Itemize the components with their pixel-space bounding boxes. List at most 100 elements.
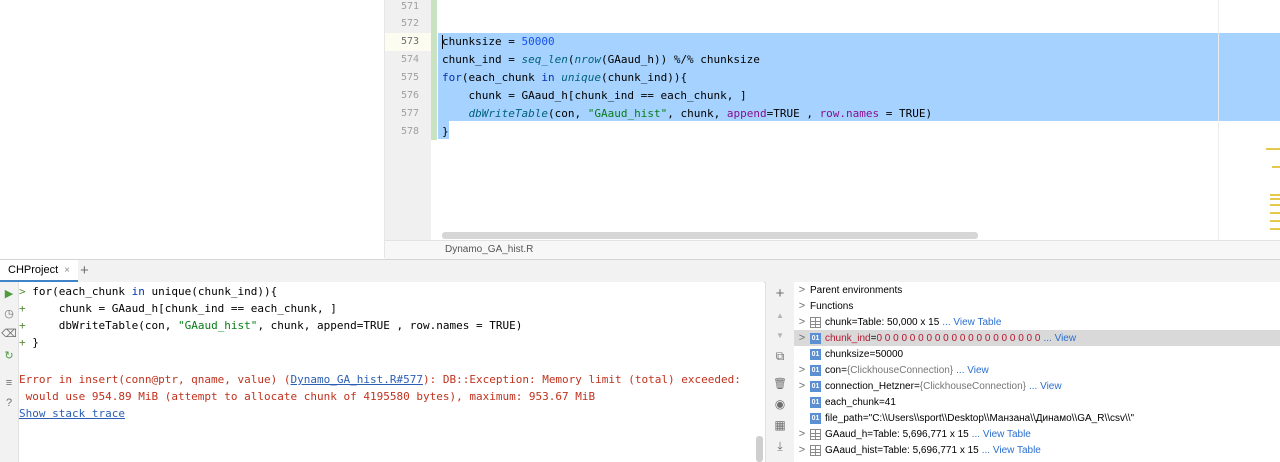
right-margin-guide <box>1218 0 1219 240</box>
var-value: 0 0 0 0 0 0 0 0 0 0 0 0 0 0 0 0 0 0 0 0 <box>876 332 1041 344</box>
expand-chevron-icon[interactable]: > <box>794 380 810 392</box>
expand-chevron-icon[interactable]: > <box>794 300 810 312</box>
editor-horizontal-scrollbar[interactable] <box>442 232 978 239</box>
copy-icon[interactable]: ⧉ <box>773 349 787 363</box>
var-row-chunk-ind[interactable]: > 01 chunk_ind = 0 0 0 0 0 0 0 0 0 0 0 0… <box>794 330 1280 346</box>
var-row-parent-environments[interactable]: > Parent environments <box>794 282 1280 298</box>
expand-chevron-icon[interactable]: > <box>794 332 810 344</box>
var-row-con[interactable]: > 01 con = {ClickhouseConnection}... Vie… <box>794 362 1280 378</box>
show-stack-trace-link[interactable]: Show stack trace <box>19 406 125 422</box>
error-source-link[interactable]: Dynamo_GA_hist.R#577 <box>291 373 423 386</box>
var-row-gaaud-hist[interactable]: > GAaud_hist = Table: 5,696,771 x 15... … <box>794 442 1280 458</box>
view-icon[interactable]: ◉ <box>773 397 787 411</box>
var-row-functions[interactable]: > Functions <box>794 298 1280 314</box>
var-value: Table: 5,696,771 x 15 <box>883 444 979 456</box>
numeric-icon: 01 <box>810 380 821 392</box>
help-icon[interactable]: ? <box>2 396 16 410</box>
view-link[interactable]: ... View <box>956 365 989 376</box>
line-number: 574 <box>400 54 419 65</box>
line-number: 575 <box>400 72 419 83</box>
history-icon[interactable]: ◷ <box>2 306 16 320</box>
code-line-573: chunksize = 50000 <box>442 35 555 48</box>
var-row-chunksize[interactable]: 01 chunksize = 50000 <box>794 346 1280 362</box>
expand-chevron-icon[interactable]: > <box>794 284 810 296</box>
view-link[interactable]: ... View <box>1029 381 1062 392</box>
stripe-mark[interactable] <box>1272 166 1280 168</box>
code-line-577: dbWriteTable(con, "GAaud_hist", chunk, a… <box>468 107 933 120</box>
add-tab-icon[interactable]: + <box>80 262 89 279</box>
vcs-change-marker[interactable] <box>431 0 437 140</box>
r-console[interactable]: > for(each_chunk in unique(chunk_ind)){ … <box>19 282 764 462</box>
variables-toolbar: + ▲ ▼ ⧉ 🗑 ◉ ▦ ⤓ <box>765 282 795 462</box>
var-name: GAaud_hist <box>825 444 878 456</box>
tab-chproject[interactable]: CHProject × <box>0 260 78 282</box>
line-number: 577 <box>400 108 419 119</box>
view-table-link[interactable]: ... View Table <box>982 445 1041 456</box>
view-table-link[interactable]: ... View Table <box>972 429 1031 440</box>
stripe-mark[interactable] <box>1270 220 1280 222</box>
var-value: Table: 5,696,771 x 15 <box>873 428 969 440</box>
soft-wrap-icon[interactable]: ≡ <box>2 376 16 390</box>
line-number: 576 <box>400 90 419 101</box>
console-vertical-scrollbar[interactable] <box>756 436 763 462</box>
var-row-chunk[interactable]: > chunk = Table: 50,000 x 15... View Tab… <box>794 314 1280 330</box>
move-up-icon[interactable]: ▲ <box>773 308 787 322</box>
console-line: + chunk = GAaud_h[chunk_ind == each_chun… <box>19 302 337 315</box>
var-name: each_chunk <box>825 396 879 408</box>
view-link[interactable]: ... View <box>1043 333 1076 344</box>
variables-panel[interactable]: > Parent environments > Functions > chun… <box>794 282 1280 462</box>
stripe-mark[interactable] <box>1270 198 1280 200</box>
stripe-mark[interactable] <box>1270 204 1280 206</box>
stripe-mark[interactable] <box>1270 212 1280 214</box>
var-row-gaaud-h[interactable]: > GAaud_h = Table: 5,696,771 x 15... Vie… <box>794 426 1280 442</box>
console-line: + dbWriteTable(con, "GAaud_hist", chunk,… <box>19 319 523 332</box>
var-row-file-path[interactable]: 01 file_path = "C:\\Users\\sport\\Deskto… <box>794 410 1280 426</box>
sort-icon[interactable]: ⤓ <box>773 439 787 453</box>
table-icon[interactable]: ▦ <box>773 418 787 432</box>
line-number: 571 <box>400 1 419 12</box>
editor-gutter[interactable]: 571 572 573 574 575 576 577 578 <box>385 0 431 240</box>
var-name: connection_Hetzner <box>825 380 914 392</box>
stripe-mark[interactable] <box>1270 228 1280 230</box>
code-line-576: chunk = GAaud_h[chunk_ind == each_chunk,… <box>442 89 747 102</box>
var-name: chunksize <box>825 348 870 360</box>
close-icon[interactable]: × <box>64 265 70 276</box>
numeric-icon: 01 <box>810 364 821 376</box>
view-table-link[interactable]: ... View Table <box>942 317 1001 328</box>
rerun-icon[interactable]: ↻ <box>2 348 16 362</box>
run-icon[interactable]: ▶ <box>2 286 16 300</box>
code-line-574: chunk_ind = seq_len(nrow(GAaud_h)) %/% c… <box>442 53 760 66</box>
stripe-mark[interactable] <box>1270 194 1280 196</box>
expand-chevron-icon[interactable]: > <box>794 364 810 376</box>
expand-chevron-icon[interactable]: > <box>794 316 810 328</box>
expand-chevron-icon[interactable]: > <box>794 444 810 456</box>
var-name: con <box>825 364 842 376</box>
console-line: > for(each_chunk in unique(chunk_ind)){ <box>19 285 278 298</box>
numeric-icon: 01 <box>810 332 821 344</box>
tab-label: CHProject <box>8 264 59 276</box>
delete-icon[interactable]: 🗑 <box>773 376 787 390</box>
numeric-icon: 01 <box>810 396 821 408</box>
table-icon <box>810 428 821 440</box>
var-name: Functions <box>810 300 854 312</box>
error-message-cont: would use 954.89 MiB (attempt to allocat… <box>19 390 596 403</box>
code-editor[interactable]: chunksize = 50000 chunk_ind = seq_len(nr… <box>438 0 1280 240</box>
add-watch-icon[interactable]: + <box>773 285 787 302</box>
var-value: Table: 50,000 x 15 <box>857 316 940 328</box>
console-toolbar: ▶ ◷ ⌫ ↻ ≡ ? <box>0 282 19 462</box>
code-line-578: } <box>442 125 449 138</box>
project-blank-area <box>0 0 385 258</box>
expand-chevron-icon[interactable]: > <box>794 428 810 440</box>
stripe-mark[interactable] <box>1266 148 1280 150</box>
var-value: 50000 <box>875 348 904 360</box>
console-line: + } <box>19 336 39 349</box>
file-name-label[interactable]: Dynamo_GA_hist.R <box>445 244 533 255</box>
numeric-icon: 01 <box>810 412 821 424</box>
var-value: 41 <box>884 396 896 408</box>
code-line-575: for(each_chunk in unique(chunk_ind)){ <box>442 71 688 84</box>
move-down-icon[interactable]: ▼ <box>773 328 787 342</box>
var-value: {ClickhouseConnection} <box>919 380 1026 392</box>
var-row-connection-hetzner[interactable]: > 01 connection_Hetzner = {ClickhouseCon… <box>794 378 1280 394</box>
clear-icon[interactable]: ⌫ <box>1 326 17 340</box>
var-row-each-chunk[interactable]: 01 each_chunk = 41 <box>794 394 1280 410</box>
